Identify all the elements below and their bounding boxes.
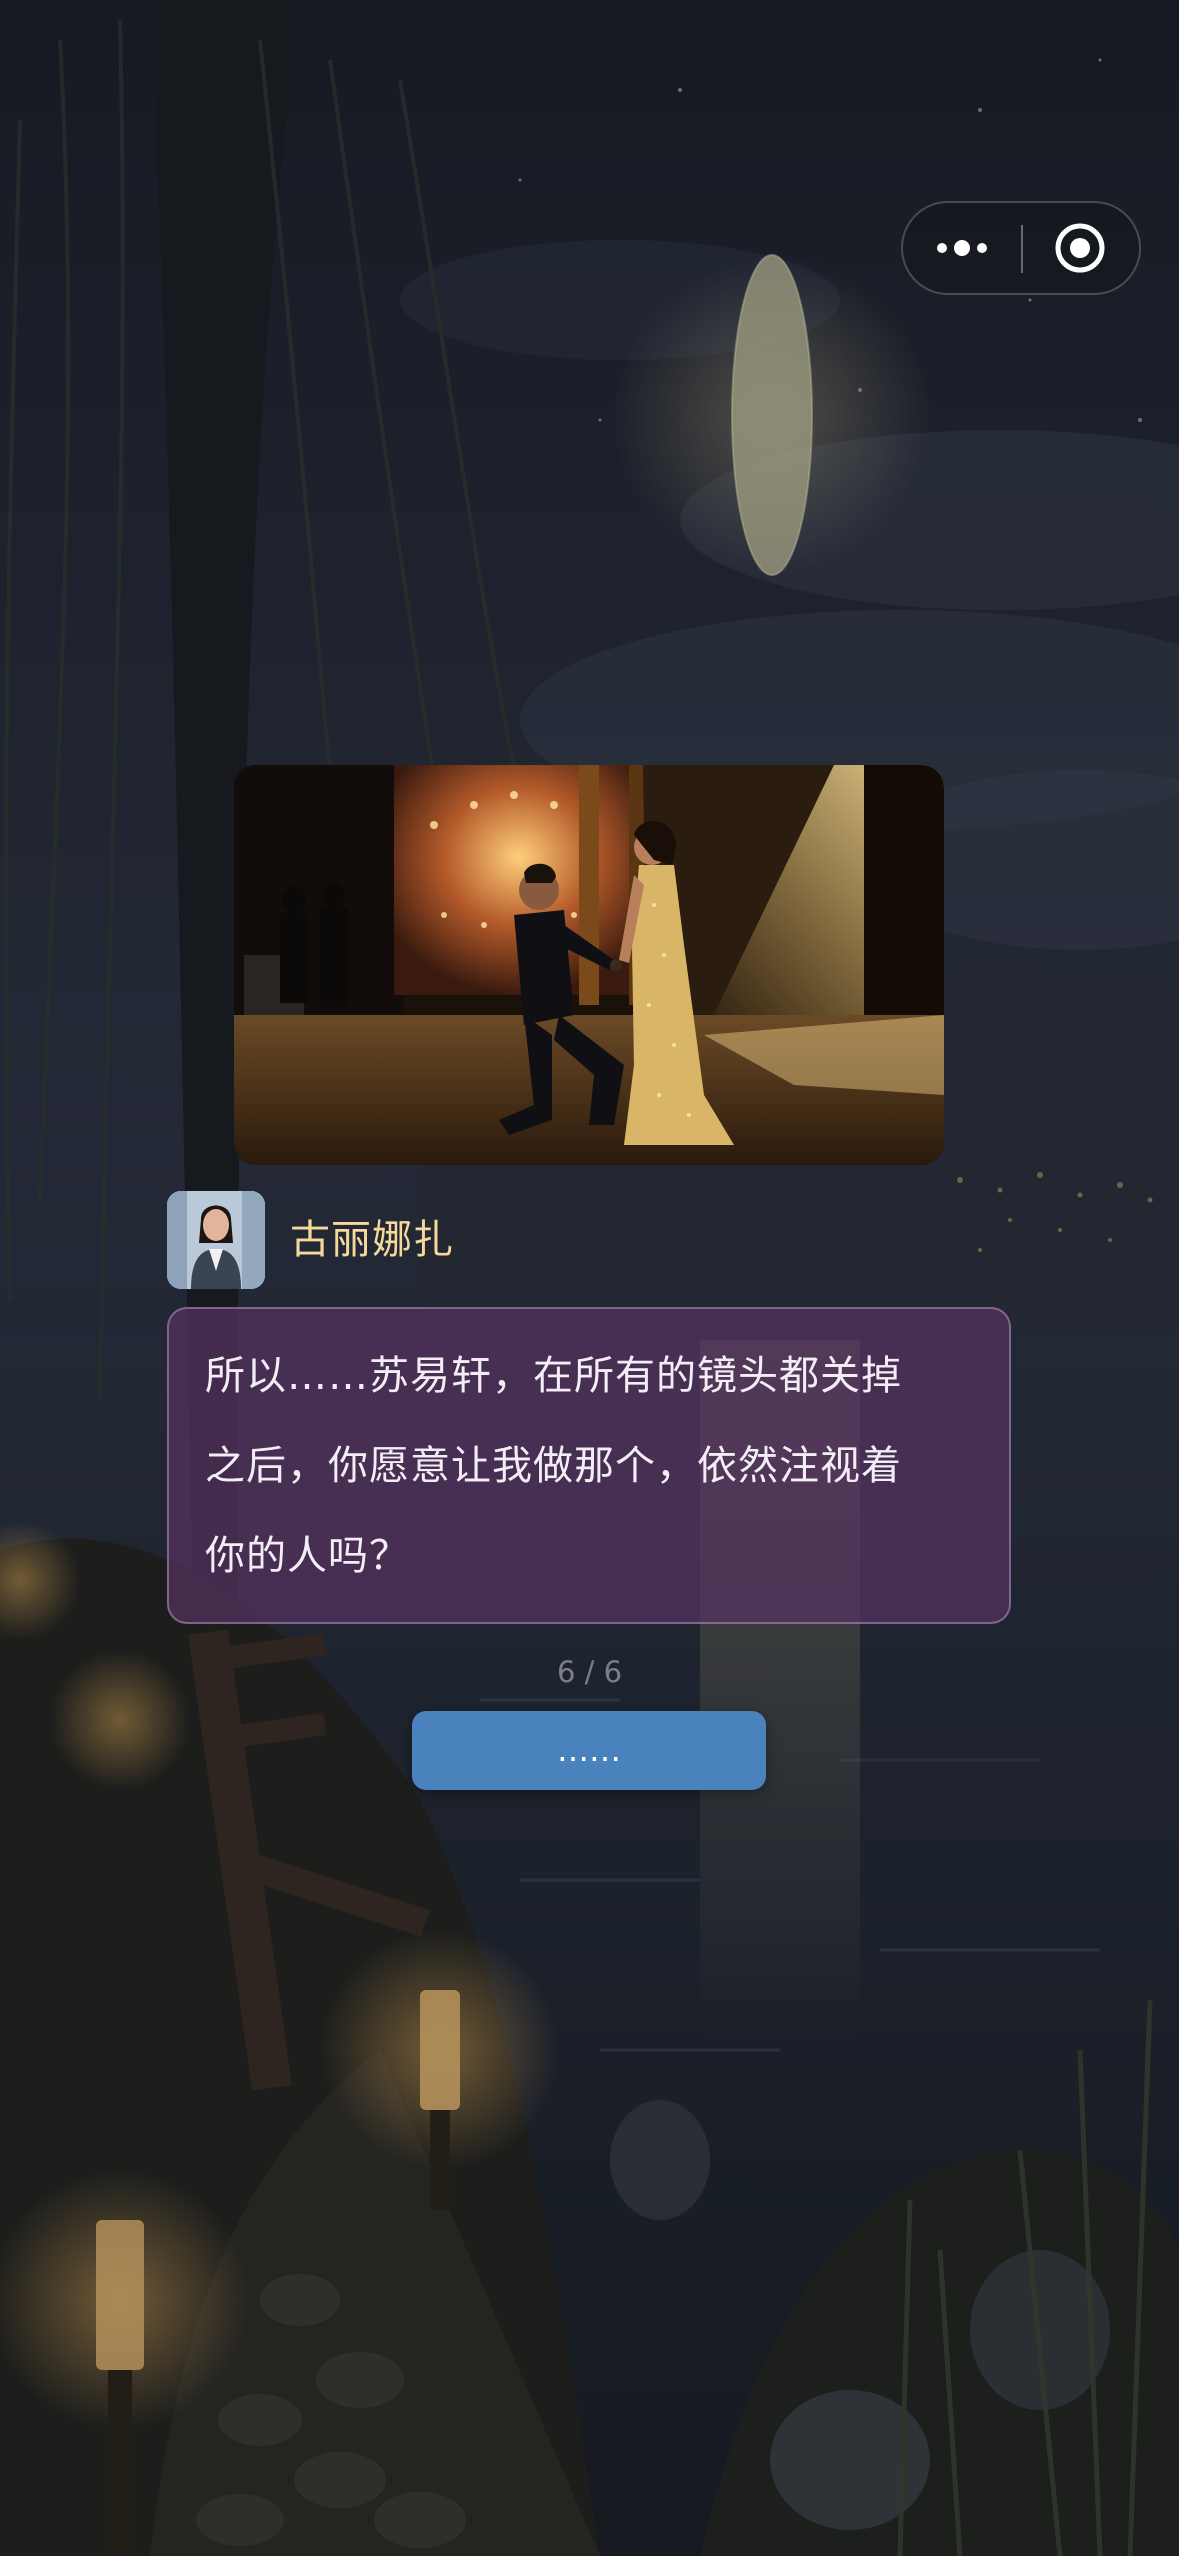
more-dots-icon — [937, 240, 987, 256]
close-button[interactable] — [1021, 203, 1139, 293]
dialogue-box: 所以……苏易轩，在所有的镜头都关掉 之后，你愿意让我做那个，依然注视着 你的人吗… — [167, 1307, 1011, 1624]
mini-program-capsule — [901, 201, 1141, 295]
speaker-name: 古丽娜扎 — [290, 1217, 454, 1263]
dialogue-line: 之后，你愿意让我做那个，依然注视着 — [205, 1443, 902, 1489]
dialogue-progress: 6 / 6 — [556, 1655, 623, 1689]
story-image — [234, 765, 944, 1165]
dialogue-line: 所以……苏易轩，在所有的镜头都关掉 — [205, 1353, 902, 1399]
speaker-avatar — [167, 1191, 265, 1289]
target-circle-icon — [1055, 223, 1105, 273]
portrait-avatar — [167, 1191, 265, 1289]
more-button[interactable] — [903, 203, 1021, 293]
proposal-scene-image — [234, 765, 944, 1165]
continue-button[interactable]: …… — [412, 1711, 766, 1790]
dialogue-line: 你的人吗？ — [205, 1533, 410, 1579]
